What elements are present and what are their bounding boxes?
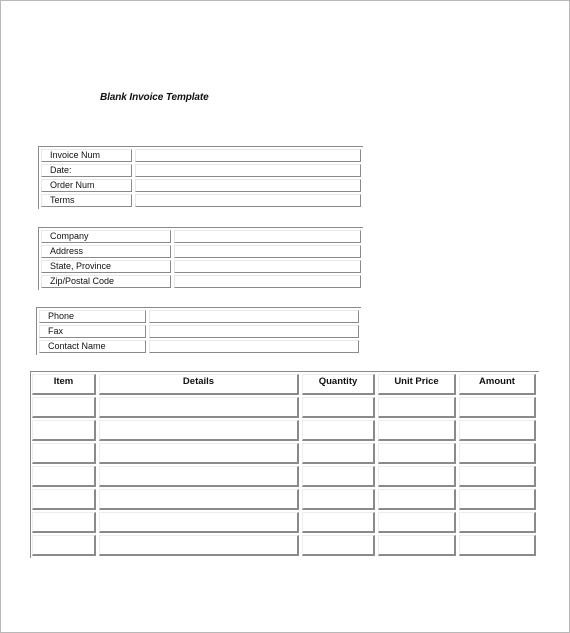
invoice-num-field[interactable] (135, 149, 361, 162)
quantity-cell[interactable] (302, 489, 375, 510)
field-label: Company (41, 230, 171, 243)
item-cell[interactable] (32, 443, 96, 464)
table-row (32, 489, 539, 510)
details-cell[interactable] (99, 466, 299, 487)
quantity-cell[interactable] (302, 466, 375, 487)
details-cell[interactable] (99, 489, 299, 510)
quantity-cell[interactable] (302, 420, 375, 441)
header-item: Item (32, 374, 96, 395)
state-province-field[interactable] (174, 260, 361, 273)
field-label: Invoice Num (41, 149, 132, 162)
phone-field[interactable] (149, 310, 359, 323)
fax-field[interactable] (149, 325, 359, 338)
details-cell[interactable] (99, 535, 299, 556)
form-row: Company (41, 230, 363, 243)
form-row: Terms (41, 194, 363, 207)
table-row (32, 512, 539, 533)
unit-price-cell[interactable] (378, 512, 456, 533)
field-label: Terms (41, 194, 132, 207)
form-row: Address (41, 245, 363, 258)
field-label: State, Province (41, 260, 171, 273)
item-cell[interactable] (32, 512, 96, 533)
company-info-table: Company Address State, Province Zip/Post… (38, 227, 363, 290)
quantity-cell[interactable] (302, 535, 375, 556)
field-label: Address (41, 245, 171, 258)
details-cell[interactable] (99, 443, 299, 464)
form-row: Zip/Postal Code (41, 275, 363, 288)
invoice-page: Blank Invoice Template Invoice Num Date:… (0, 0, 570, 633)
unit-price-cell[interactable] (378, 466, 456, 487)
amount-cell[interactable] (459, 512, 536, 533)
unit-price-cell[interactable] (378, 535, 456, 556)
field-label: Fax (39, 325, 146, 338)
field-label: Date: (41, 164, 132, 177)
table-row (32, 535, 539, 556)
quantity-cell[interactable] (302, 443, 375, 464)
form-row: Phone (39, 310, 361, 323)
table-row (32, 443, 539, 464)
unit-price-cell[interactable] (378, 489, 456, 510)
field-label: Order Num (41, 179, 132, 192)
details-cell[interactable] (99, 420, 299, 441)
amount-cell[interactable] (459, 443, 536, 464)
order-num-field[interactable] (135, 179, 361, 192)
item-cell[interactable] (32, 466, 96, 487)
amount-cell[interactable] (459, 466, 536, 487)
invoice-info-table: Invoice Num Date: Order Num Terms (38, 146, 363, 209)
details-cell[interactable] (99, 397, 299, 418)
header-quantity: Quantity (302, 374, 375, 395)
form-row: Fax (39, 325, 361, 338)
table-row (32, 420, 539, 441)
terms-field[interactable] (135, 194, 361, 207)
header-unit-price: Unit Price (378, 374, 456, 395)
details-cell[interactable] (99, 512, 299, 533)
field-label: Phone (39, 310, 146, 323)
items-table: Item Details Quantity Unit Price Amount (30, 371, 539, 558)
document-title: Blank Invoice Template (100, 92, 209, 103)
table-row (32, 397, 539, 418)
table-row (32, 466, 539, 487)
unit-price-cell[interactable] (378, 397, 456, 418)
form-row: State, Province (41, 260, 363, 273)
form-row: Order Num (41, 179, 363, 192)
contact-info-table: Phone Fax Contact Name (36, 307, 361, 355)
amount-cell[interactable] (459, 535, 536, 556)
form-row: Date: (41, 164, 363, 177)
address-field[interactable] (174, 245, 361, 258)
amount-cell[interactable] (459, 489, 536, 510)
field-label: Contact Name (39, 340, 146, 353)
field-label: Zip/Postal Code (41, 275, 171, 288)
quantity-cell[interactable] (302, 512, 375, 533)
item-cell[interactable] (32, 397, 96, 418)
company-field[interactable] (174, 230, 361, 243)
unit-price-cell[interactable] (378, 443, 456, 464)
amount-cell[interactable] (459, 420, 536, 441)
item-cell[interactable] (32, 535, 96, 556)
quantity-cell[interactable] (302, 397, 375, 418)
amount-cell[interactable] (459, 397, 536, 418)
zip-postal-code-field[interactable] (174, 275, 361, 288)
items-header-row: Item Details Quantity Unit Price Amount (32, 374, 539, 395)
unit-price-cell[interactable] (378, 420, 456, 441)
date-field[interactable] (135, 164, 361, 177)
header-details: Details (99, 374, 299, 395)
form-row: Invoice Num (41, 149, 363, 162)
item-cell[interactable] (32, 489, 96, 510)
item-cell[interactable] (32, 420, 96, 441)
header-amount: Amount (459, 374, 536, 395)
contact-name-field[interactable] (149, 340, 359, 353)
form-row: Contact Name (39, 340, 361, 353)
